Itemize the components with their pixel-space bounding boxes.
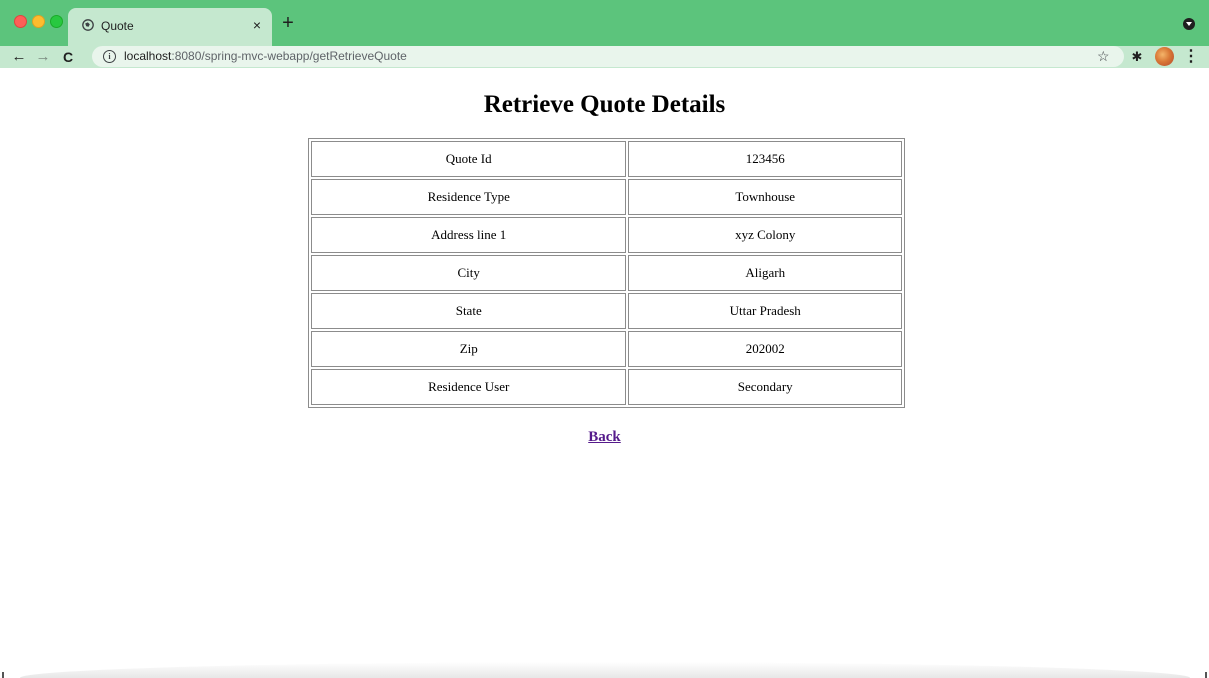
reload-icon[interactable]: C: [58, 46, 78, 68]
table-row: Address line 1 xyz Colony: [311, 217, 902, 253]
tab-strip: Quote × +: [0, 0, 1209, 46]
profile-avatar[interactable]: [1155, 47, 1174, 66]
field-value-cell: Aligarh: [628, 255, 902, 291]
field-value-cell: Uttar Pradesh: [628, 293, 902, 329]
window-corner-left: [2, 672, 4, 678]
maximize-window-button[interactable]: [50, 15, 63, 28]
field-value-cell: xyz Colony: [628, 217, 902, 253]
url-path: :8080/spring-mvc-webapp/getRetrieveQuote: [171, 49, 407, 63]
bookmark-star-icon[interactable]: ☆: [1097, 48, 1110, 64]
url-text[interactable]: localhost:8080/spring-mvc-webapp/getRetr…: [124, 49, 407, 64]
browser-window: Quote × + ← → C i localhost:8080/spring-…: [0, 0, 1209, 678]
table-row: Residence User Secondary: [311, 369, 902, 405]
quote-details-table: Quote Id 123456 Residence Type Townhouse Add…: [308, 138, 905, 408]
back-arrow-icon[interactable]: ←: [9, 46, 29, 68]
field-label-cell: Address line 1: [311, 217, 627, 253]
table-row: Residence Type Townhouse: [311, 179, 902, 215]
field-label-cell: State: [311, 293, 627, 329]
field-label-cell: Zip: [311, 331, 627, 367]
table-row: City Aligarh: [311, 255, 902, 291]
page-content: Retrieve Quote Details Quote Id 123456 Res…: [0, 68, 1209, 672]
field-label-cell: Residence User: [311, 369, 627, 405]
back-link-container: Back: [0, 428, 1209, 446]
table-row: State Uttar Pradesh: [311, 293, 902, 329]
table-row: Zip 202002: [311, 331, 902, 367]
new-tab-button[interactable]: +: [278, 13, 298, 34]
browser-toolbar: ← → C i localhost:8080/spring-mvc-webapp…: [0, 46, 1209, 68]
field-value-cell: 123456: [628, 141, 902, 177]
site-info-icon[interactable]: i: [103, 50, 116, 63]
field-value-cell: 202002: [628, 331, 902, 367]
tab-search-icon[interactable]: [1183, 18, 1195, 30]
field-label-cell: Quote Id: [311, 141, 627, 177]
tab-title: Quote: [101, 19, 134, 33]
url-host: localhost: [124, 49, 172, 63]
forward-arrow-icon[interactable]: →: [33, 46, 53, 68]
tab-quote[interactable]: Quote ×: [68, 8, 272, 46]
extensions-puzzle-icon[interactable]: ✱: [1129, 49, 1145, 65]
field-value-cell: Townhouse: [628, 179, 902, 215]
browser-menu-icon[interactable]: ⋮: [1183, 47, 1199, 66]
table-row: Quote Id 123456: [311, 141, 902, 177]
close-window-button[interactable]: [14, 15, 27, 28]
field-label-cell: Residence Type: [311, 179, 627, 215]
globe-icon: [82, 19, 94, 31]
minimize-window-button[interactable]: [32, 15, 45, 28]
field-label-cell: City: [311, 255, 627, 291]
back-link[interactable]: Back: [588, 429, 621, 445]
page-title: Retrieve Quote Details: [483, 91, 726, 118]
window-corner-right: [1205, 672, 1207, 678]
close-tab-icon[interactable]: ×: [248, 16, 266, 34]
address-bar[interactable]: i localhost:8080/spring-mvc-webapp/getRe…: [92, 46, 1124, 67]
field-value-cell: Secondary: [628, 369, 902, 405]
